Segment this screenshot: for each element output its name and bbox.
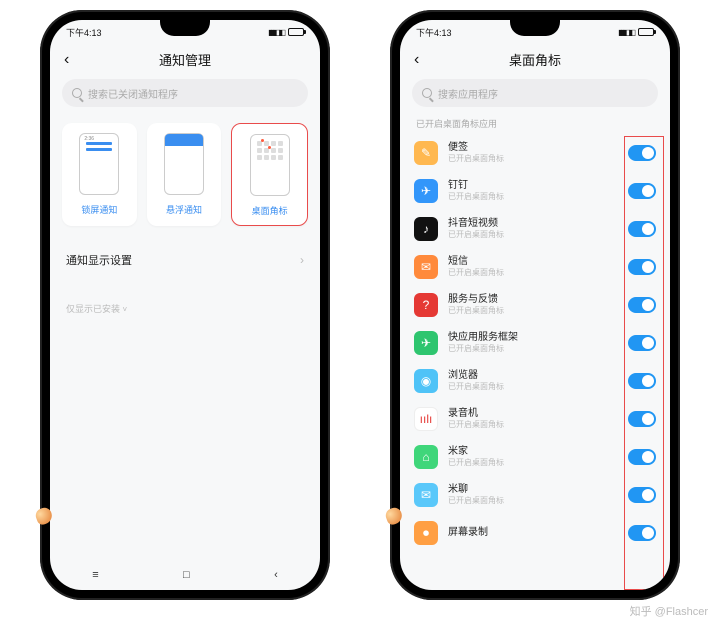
app-icon-browser: ◉ [414, 369, 438, 393]
mock-badge-icon [250, 134, 290, 196]
toggle-switch[interactable] [628, 335, 656, 351]
toggle-switch[interactable] [628, 525, 656, 541]
app-icon-sms: ✉ [414, 255, 438, 279]
app-sub: 已开启桌面角标 [448, 420, 618, 430]
app-list: ✎ 便签 已开启桌面角标 ✈ 钉钉 已开启桌面角标 ♪ [400, 134, 670, 590]
app-icon-screen-record: ⏺ [414, 521, 438, 545]
status-time: 下午4:13 [416, 26, 452, 39]
search-placeholder: 搜索已关闭通知程序 [88, 86, 178, 101]
app-icon-dingtalk: ✈ [414, 179, 438, 203]
card-lockscreen-notif[interactable]: 2:36 锁屏通知 [62, 123, 137, 226]
row-label: 通知显示设置 [66, 252, 132, 268]
search-icon [72, 88, 82, 98]
nav-home-icon[interactable]: □ [183, 569, 190, 581]
card-label: 桌面角标 [252, 204, 288, 217]
chevron-right-icon: › [300, 253, 304, 267]
card-label: 锁屏通知 [81, 203, 117, 216]
app-row-screen-record[interactable]: ⏺ 屏幕录制 [414, 514, 656, 552]
search-icon [422, 88, 432, 98]
card-floating-notif[interactable]: 悬浮通知 [147, 123, 222, 226]
footer-note: 仅显示已安装 ˅ [66, 302, 304, 315]
watermark: 知乎 @Flashcer [630, 603, 708, 619]
signal-icon [618, 27, 634, 37]
app-sub: 已开启桌面角标 [448, 230, 618, 240]
search-placeholder: 搜索应用程序 [438, 86, 498, 101]
app-sub: 已开启桌面角标 [448, 458, 618, 468]
app-icon-michat: ✉ [414, 483, 438, 507]
toggle-switch[interactable] [628, 145, 656, 161]
app-row-douyin[interactable]: ♪ 抖音短视频 已开启桌面角标 [414, 210, 656, 248]
toggle-switch[interactable] [628, 221, 656, 237]
toggle-switch[interactable] [628, 487, 656, 503]
phone-frame-right: 下午4:13 ‹ 桌面角标 搜索应用程序 已开启桌面角标应用 ✎ [390, 10, 680, 600]
app-name: 米聊 [448, 484, 618, 496]
phone-frame-left: 下午4:13 ‹ 通知管理 搜索已关闭通知程序 2:36 锁屏通知 [40, 10, 330, 600]
app-name: 短信 [448, 256, 618, 268]
card-desktop-badge[interactable]: 桌面角标 [231, 123, 308, 226]
nav-menu-icon[interactable]: ≡ [92, 569, 98, 581]
app-name: 抖音短视频 [448, 218, 618, 230]
app-icon-quickapp: ✈ [414, 331, 438, 355]
app-row-dingtalk[interactable]: ✈ 钉钉 已开启桌面角标 [414, 172, 656, 210]
app-row-michat[interactable]: ✉ 米聊 已开启桌面角标 [414, 476, 656, 514]
android-navbar: ≡ □ ‹ [50, 560, 320, 590]
app-row-mijia[interactable]: ⌂ 米家 已开启桌面角标 [414, 438, 656, 476]
toggle-switch[interactable] [628, 259, 656, 275]
row-notif-display-settings[interactable]: 通知显示设置 › [62, 242, 308, 278]
app-sub: 已开启桌面角标 [448, 268, 618, 278]
app-sub: 已开启桌面角标 [448, 382, 618, 392]
app-name: 快应用服务框架 [448, 332, 618, 344]
mock-floating-icon [164, 133, 204, 195]
app-row-recorder[interactable]: ıılı 录音机 已开启桌面角标 [414, 400, 656, 438]
header: ‹ 通知管理 [50, 44, 320, 79]
app-icon-douyin: ♪ [414, 217, 438, 241]
status-time: 下午4:13 [66, 26, 102, 39]
chevron-down-icon: ˅ [123, 305, 128, 314]
screen-right: 下午4:13 ‹ 桌面角标 搜索应用程序 已开启桌面角标应用 ✎ [400, 20, 670, 590]
toggle-switch[interactable] [628, 449, 656, 465]
page-title: 通知管理 [64, 50, 306, 69]
app-name: 服务与反馈 [448, 294, 618, 306]
toggle-switch[interactable] [628, 297, 656, 313]
screen-left: 下午4:13 ‹ 通知管理 搜索已关闭通知程序 2:36 锁屏通知 [50, 20, 320, 590]
toggle-switch[interactable] [628, 183, 656, 199]
app-row-browser[interactable]: ◉ 浏览器 已开启桌面角标 [414, 362, 656, 400]
app-row-note[interactable]: ✎ 便签 已开启桌面角标 [414, 134, 656, 172]
app-sub: 已开启桌面角标 [448, 344, 618, 354]
app-sub: 已开启桌面角标 [448, 154, 618, 164]
app-icon-note: ✎ [414, 141, 438, 165]
app-name: 屏幕录制 [448, 527, 618, 539]
card-label: 悬浮通知 [166, 203, 202, 216]
mock-lockscreen-icon: 2:36 [79, 133, 119, 195]
page-title: 桌面角标 [414, 50, 656, 69]
search-input[interactable]: 搜索应用程序 [412, 79, 658, 107]
app-name: 浏览器 [448, 370, 618, 382]
toggle-switch[interactable] [628, 373, 656, 389]
app-name: 录音机 [448, 408, 618, 420]
app-sub: 已开启桌面角标 [448, 192, 618, 202]
app-row-quickapp[interactable]: ✈ 快应用服务框架 已开启桌面角标 [414, 324, 656, 362]
app-row-service-feedback[interactable]: ? 服务与反馈 已开启桌面角标 [414, 286, 656, 324]
app-icon-recorder: ıılı [414, 407, 438, 431]
signal-icon [268, 27, 284, 37]
app-row-sms[interactable]: ✉ 短信 已开启桌面角标 [414, 248, 656, 286]
app-sub: 已开启桌面角标 [448, 306, 618, 316]
header: ‹ 桌面角标 [400, 44, 670, 79]
search-input[interactable]: 搜索已关闭通知程序 [62, 79, 308, 107]
notch [160, 20, 210, 36]
app-icon-mijia: ⌂ [414, 445, 438, 469]
nav-back-icon[interactable]: ‹ [274, 569, 278, 581]
battery-icon [288, 28, 304, 36]
battery-icon [638, 28, 654, 36]
toggle-switch[interactable] [628, 411, 656, 427]
notch [510, 20, 560, 36]
app-name: 米家 [448, 446, 618, 458]
app-sub: 已开启桌面角标 [448, 496, 618, 506]
app-name: 便签 [448, 142, 618, 154]
app-name: 钉钉 [448, 180, 618, 192]
app-icon-service: ? [414, 293, 438, 317]
section-label: 已开启桌面角标应用 [400, 117, 670, 134]
